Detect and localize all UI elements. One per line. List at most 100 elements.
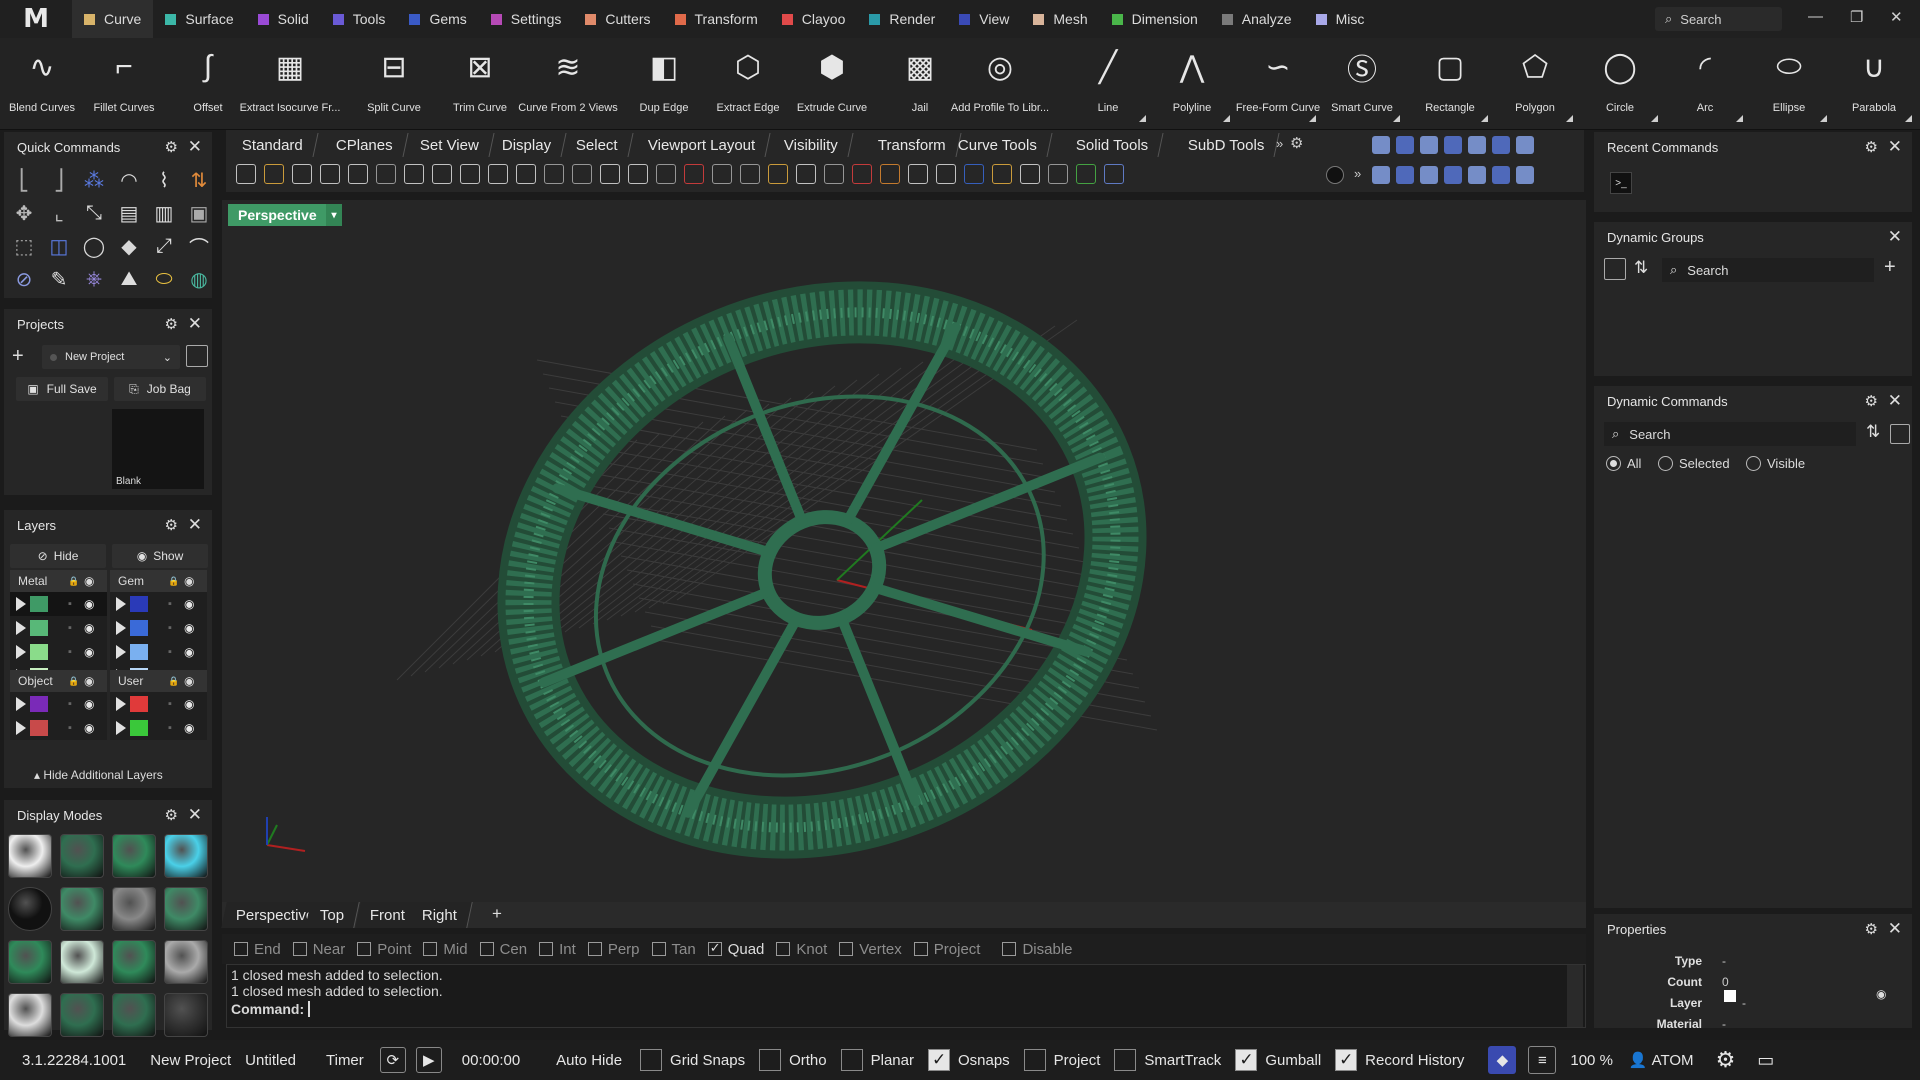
- quick-command-icon[interactable]: ◯: [80, 232, 108, 260]
- view-tool-icon[interactable]: [1444, 136, 1462, 154]
- ribbon-split-curve-button[interactable]: ⊟ Split Curve: [352, 38, 436, 130]
- view-tool-icon[interactable]: [1468, 166, 1486, 184]
- view-tool-icon[interactable]: [1516, 166, 1534, 184]
- layer-row[interactable]: ▪◉: [110, 592, 207, 616]
- eye-icon[interactable]: ◉: [84, 721, 94, 735]
- display-mode-thumbnail[interactable]: [164, 834, 208, 878]
- layer-color-swatch[interactable]: [30, 620, 48, 636]
- ribbon-fillet-curves-button[interactable]: ⌐ Fillet Curves: [82, 38, 166, 130]
- sort-icon[interactable]: ⇅: [1866, 422, 1880, 442]
- layer-row[interactable]: ▪◉: [110, 692, 207, 716]
- quick-command-icon[interactable]: ▤: [115, 199, 143, 227]
- toggle-project[interactable]: Project: [1023, 1049, 1100, 1071]
- view-tool-icon[interactable]: [1420, 166, 1438, 184]
- quick-command-icon[interactable]: ⎈: [80, 265, 108, 293]
- ribbon-dup-edge-button[interactable]: ◧ Dup Edge: [622, 38, 706, 130]
- checkbox-icon[interactable]: [1235, 1049, 1258, 1071]
- project-select[interactable]: New Project ⌄: [42, 345, 180, 369]
- command-input-row[interactable]: Command:: [231, 1001, 1581, 1017]
- toolbar-tab-visibility[interactable]: Visibility: [769, 133, 854, 157]
- osnap-project[interactable]: Project: [913, 941, 980, 958]
- view-tab-top[interactable]: Top: [305, 902, 360, 928]
- ribbon-polyline-button[interactable]: ⋀ Polyline: [1150, 38, 1234, 130]
- toolbar-tool-icon[interactable]: [824, 164, 844, 184]
- eye-icon[interactable]: ◉: [184, 697, 194, 711]
- display-mode-thumbnail[interactable]: [164, 940, 208, 984]
- layer-color-swatch[interactable]: [130, 696, 148, 712]
- checkbox-icon[interactable]: [357, 942, 372, 956]
- toolbar-tool-icon[interactable]: [1048, 164, 1068, 184]
- view-tool-icon[interactable]: [1420, 136, 1438, 154]
- eye-icon[interactable]: ◉: [184, 574, 194, 588]
- lock-icon[interactable]: 🔒: [68, 576, 79, 587]
- toolbar-tool-icon[interactable]: [684, 164, 704, 184]
- checkbox-icon[interactable]: [707, 940, 722, 956]
- layer-row[interactable]: ▪◉: [10, 716, 107, 740]
- lock-icon[interactable]: ▪: [68, 598, 72, 610]
- material-ball-icon[interactable]: [1326, 166, 1344, 184]
- osnap-cen[interactable]: Cen: [479, 941, 527, 958]
- menu-tab-misc[interactable]: Misc: [1304, 0, 1377, 38]
- command-caret[interactable]: [308, 1001, 311, 1017]
- restore-icon[interactable]: ❐: [1850, 8, 1863, 26]
- display-mode-thumbnail[interactable]: [164, 887, 208, 931]
- toolbar-tool-icon[interactable]: [1020, 164, 1040, 184]
- eye-icon[interactable]: ◉: [84, 697, 94, 711]
- layer-color-swatch[interactable]: [130, 596, 148, 612]
- view-tool-icon[interactable]: [1468, 136, 1486, 154]
- toolbar-tab-curve-tools[interactable]: Curve Tools: [943, 133, 1053, 157]
- display-mode-thumbnail[interactable]: [8, 993, 52, 1037]
- expand-icon[interactable]: [116, 645, 126, 659]
- minimize-icon[interactable]: —: [1808, 8, 1823, 25]
- user-icon[interactable]: 👤: [1629, 1051, 1648, 1069]
- menu-tab-settings[interactable]: Settings: [479, 0, 574, 38]
- project-thumbnail[interactable]: Blank: [112, 409, 204, 489]
- eye-icon[interactable]: ◉: [184, 721, 194, 735]
- close-icon[interactable]: ✕: [1888, 391, 1902, 411]
- ribbon-polygon-button[interactable]: ⬠ Polygon: [1493, 38, 1577, 130]
- checkbox-icon[interactable]: [776, 942, 791, 956]
- lock-icon[interactable]: ▪: [168, 722, 172, 734]
- eye-icon[interactable]: ◉: [184, 645, 194, 659]
- gem-icon[interactable]: ◆: [1488, 1046, 1517, 1074]
- toolbar-tool-icon[interactable]: [992, 164, 1012, 184]
- display-mode-thumbnail[interactable]: [112, 834, 156, 878]
- toolbar-tool-icon[interactable]: [964, 164, 984, 184]
- osnap-mid[interactable]: Mid: [423, 941, 468, 958]
- expand-icon[interactable]: [16, 645, 26, 659]
- quick-command-icon[interactable]: ◫: [45, 232, 73, 260]
- lock-icon[interactable]: ▪: [68, 698, 72, 710]
- toolbar-tool-icon[interactable]: [936, 164, 956, 184]
- view-tool-icon[interactable]: [1492, 166, 1510, 184]
- toolbar-tab-solid-tools[interactable]: Solid Tools: [1061, 133, 1164, 157]
- toolbar-tool-icon[interactable]: [460, 164, 480, 184]
- display-mode-thumbnail[interactable]: [8, 887, 52, 931]
- folder-icon[interactable]: [186, 345, 208, 367]
- view-tab-right[interactable]: Right: [407, 902, 473, 928]
- quick-command-icon[interactable]: ⊘: [10, 265, 38, 293]
- project-name[interactable]: New Project: [150, 1052, 231, 1069]
- ribbon-extract-edge-button[interactable]: ⬡ Extract Edge: [706, 38, 790, 130]
- quick-command-icon[interactable]: ⤢: [150, 232, 178, 260]
- expand-icon[interactable]: [116, 597, 126, 611]
- toolbar-tool-icon[interactable]: [264, 164, 284, 184]
- app-logo[interactable]: M: [0, 0, 72, 38]
- toolbar-tab-select[interactable]: Select: [561, 133, 634, 157]
- quick-command-icon[interactable]: ⛰: [115, 265, 143, 293]
- expand-icon[interactable]: [16, 697, 26, 711]
- layer-group-header[interactable]: Object 🔒 ◉: [10, 670, 107, 692]
- dynamic-commands-search[interactable]: ⌕ Search: [1604, 422, 1856, 446]
- gear-icon[interactable]: ⚙: [1290, 134, 1303, 152]
- ribbon-curve-from-2-views-button[interactable]: ≋ Curve From 2 Views: [518, 38, 617, 130]
- osnap-int[interactable]: Int: [539, 941, 576, 958]
- expand-icon[interactable]: [116, 697, 126, 711]
- add-project-icon[interactable]: +: [12, 345, 24, 368]
- checkbox-icon[interactable]: [913, 942, 928, 956]
- view-tool-icon[interactable]: [1516, 136, 1534, 154]
- checkbox-icon[interactable]: [539, 942, 554, 956]
- menu-tab-view[interactable]: View: [947, 0, 1021, 38]
- view-tool-icon[interactable]: [1444, 166, 1462, 184]
- eye-icon[interactable]: ◉: [84, 597, 94, 611]
- quick-command-icon[interactable]: ⌞: [45, 199, 73, 227]
- toggle-grid-snaps[interactable]: Grid Snaps: [640, 1049, 745, 1071]
